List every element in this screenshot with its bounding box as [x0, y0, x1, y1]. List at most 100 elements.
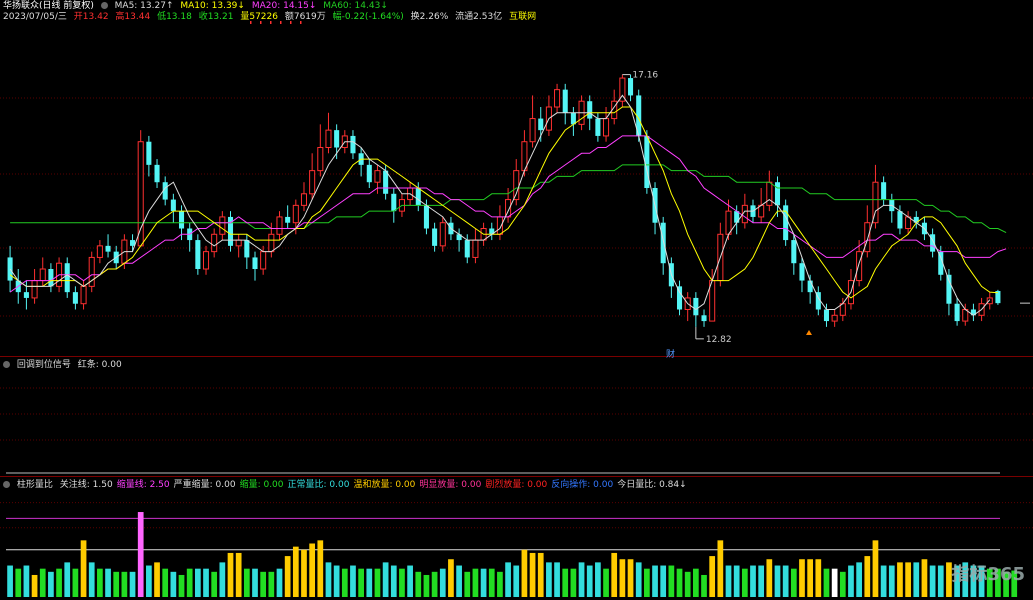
candle-body-83: [684, 297, 691, 310]
candle-body-57: [472, 239, 479, 258]
volume-bar-96: [790, 568, 797, 597]
candle-body-86: [709, 280, 716, 322]
volume-bar-19: [162, 568, 169, 597]
volume-bar-9: [80, 540, 87, 597]
candle-body-95: [783, 205, 789, 241]
candle-body-51: [423, 205, 429, 229]
candle-body-73: [603, 118, 610, 137]
volume-bar-6: [56, 568, 62, 597]
volume-bar-25: [211, 571, 218, 597]
candle-body-72: [595, 118, 601, 136]
candle-body-30: [252, 257, 258, 269]
candle-body-116: [954, 303, 960, 322]
volume-bar-103: [848, 565, 854, 597]
candle-body-68: [562, 89, 568, 113]
candle-body-58: [480, 228, 487, 241]
volume-bar-44: [366, 568, 373, 597]
volume-bar-97: [799, 559, 805, 597]
volume-bar-90: [741, 568, 748, 597]
volume-bar-73: [603, 568, 609, 597]
candle-body-112: [921, 222, 927, 235]
panel3-items: 关注线: 1.50 缩量线: 2.50 严重缩量: 0.00 缩量: 0.00 正常量比…: [60, 480, 691, 490]
volume-bar-114: [937, 565, 944, 597]
candle-body-15: [130, 240, 136, 246]
candle-body-19: [162, 182, 168, 200]
open-label: 开13.42: [73, 12, 109, 22]
stock-chart[interactable]: 17.16 12.82 财: [0, 0, 1033, 600]
volume-bar-10: [88, 562, 95, 597]
ma5-line: [9, 94, 991, 316]
volume-bar-113: [929, 565, 936, 597]
candle-body-25: [211, 233, 218, 253]
volume-bar-112: [921, 559, 928, 597]
volume-bar-101: [831, 568, 838, 597]
volume-bar-59: [488, 568, 495, 597]
candle-body-8: [72, 292, 78, 304]
panel3-item-6: 明显放量: 0.00: [419, 480, 482, 490]
candle-body-40: [334, 130, 340, 148]
candle-body-106: [872, 181, 879, 224]
candle-body-6: [56, 262, 63, 287]
volume-bar-26: [219, 562, 226, 597]
candle-body-88: [725, 210, 732, 235]
candle-body-104: [856, 251, 863, 282]
candle-body-96: [791, 240, 797, 264]
volume-bar-21: [178, 574, 185, 597]
low-label: 低13.18: [157, 12, 192, 22]
volume-bar-104: [856, 562, 862, 597]
candle-body-71: [587, 101, 593, 119]
volume-bar-47: [390, 565, 397, 597]
panel3-item-2: 严重缩量: 0.00: [173, 480, 236, 490]
candle-body-70: [578, 100, 585, 125]
candle-body-22: [187, 228, 193, 241]
candle-body-12: [105, 245, 111, 252]
panel-separator-1: [0, 356, 1033, 357]
volume-bar-29: [243, 568, 250, 597]
panel3-item-0: 关注线: 1.50: [59, 480, 113, 490]
candle-body-94: [774, 182, 781, 206]
volume-bar-58: [480, 568, 487, 597]
volume-bar-8: [72, 568, 79, 597]
volume-bar-24: [203, 568, 209, 597]
candle-body-84: [693, 297, 699, 316]
panel2-settings-icon[interactable]: [3, 361, 10, 368]
candle-body-13: [113, 251, 119, 264]
volume-bar-50: [415, 571, 422, 597]
volume-bar-43: [358, 568, 364, 597]
candle-body-75: [619, 77, 626, 102]
panel3-settings-icon[interactable]: [3, 481, 10, 488]
volume-label: 量57226: [240, 12, 278, 22]
candle-body-5: [48, 269, 54, 287]
volume-bar-11: [97, 568, 103, 597]
volume-bar-70: [578, 562, 585, 597]
candle-body-85: [701, 315, 707, 322]
volume-bar-37: [309, 543, 316, 597]
candle-body-43: [358, 153, 364, 165]
volume-bar-62: [513, 565, 520, 597]
volume-bar-82: [676, 568, 683, 597]
panel3-item-9: 今日量比: 0.84↓: [617, 480, 687, 490]
volume-bar-93: [766, 559, 773, 597]
candle-body-62: [513, 170, 520, 201]
volume-bar-55: [456, 565, 462, 597]
volume-bar-5: [48, 571, 54, 597]
ma5-label: MA5: 13.27↑: [114, 1, 174, 11]
settings-icon[interactable]: [100, 2, 108, 9]
candle-body-21: [178, 211, 185, 229]
volume-bar-13: [113, 571, 120, 597]
candle-body-81: [668, 263, 674, 287]
volume-bar-63: [521, 549, 528, 597]
candle-body-114: [938, 251, 944, 275]
candle-body-101: [831, 314, 838, 322]
candle-body-52: [432, 228, 438, 246]
volume-bar-56: [464, 571, 471, 597]
volume-bar-31: [260, 571, 267, 597]
candle-body-29: [244, 240, 250, 258]
candle-body-1: [15, 280, 21, 293]
volume-bar-22: [186, 568, 193, 597]
volume-bar-0: [7, 565, 13, 597]
volume-bar-42: [350, 565, 356, 597]
volume-bar-57: [472, 568, 479, 597]
candle-body-31: [260, 251, 267, 270]
candle-body-50: [415, 188, 421, 206]
